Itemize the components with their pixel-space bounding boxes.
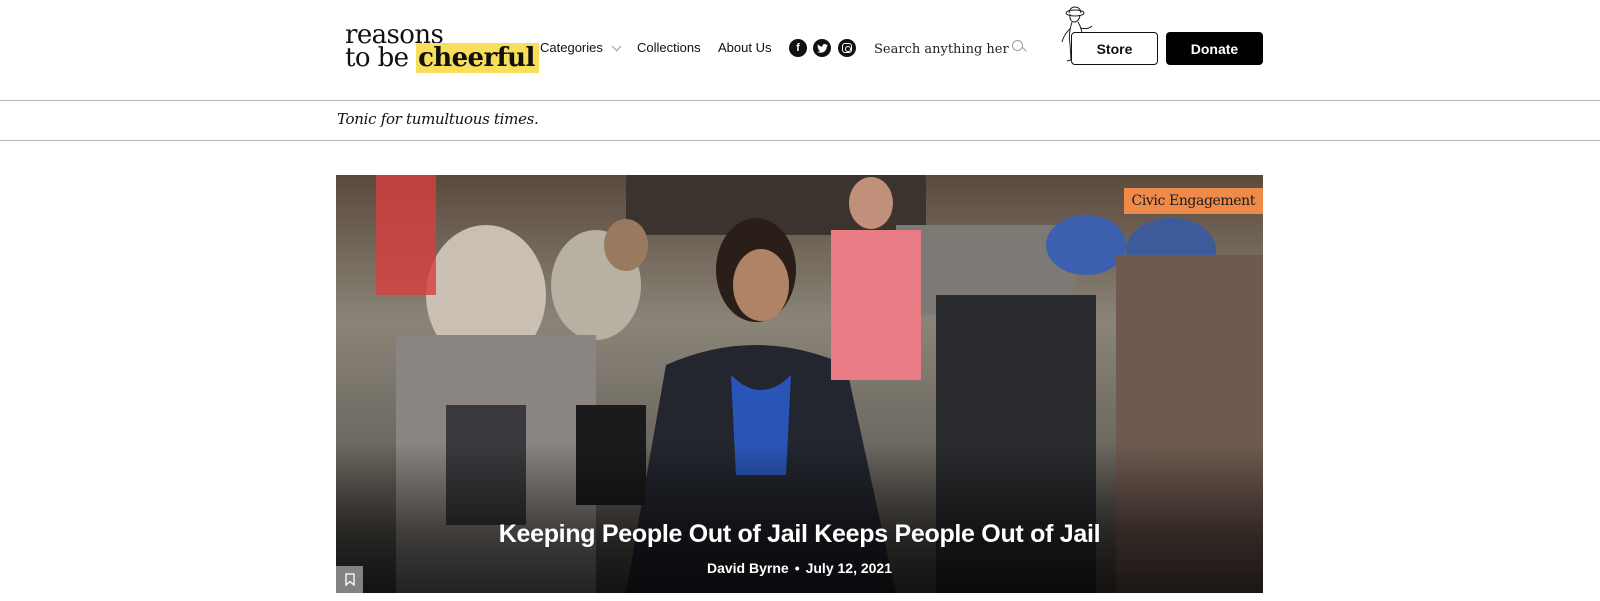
article-title[interactable]: Keeping People Out of Jail Keeps People … (336, 520, 1263, 549)
chevron-down-icon (611, 41, 622, 52)
instagram-glyph (842, 43, 852, 53)
twitter-icon[interactable] (813, 39, 831, 57)
article-meta: David Byrne • July 12, 2021 (336, 560, 1263, 576)
nav-collections[interactable]: Collections (637, 40, 701, 58)
bookmark-button[interactable] (336, 566, 363, 593)
search-input[interactable] (874, 37, 1009, 61)
nav-about-us[interactable]: About Us (718, 40, 771, 58)
header-divider (0, 100, 1600, 101)
tagline-divider (0, 140, 1600, 141)
bookmark-icon (344, 573, 355, 586)
nav-categories-label: Categories (540, 40, 603, 55)
site-logo[interactable]: reasons to be cheerful (345, 22, 539, 73)
store-button[interactable]: Store (1071, 32, 1158, 65)
logo-prefix: to be (345, 43, 417, 73)
category-badge[interactable]: Civic Engagement (1123, 188, 1263, 214)
facebook-icon[interactable]: f (789, 39, 807, 57)
meta-separator: • (794, 560, 800, 576)
donate-button[interactable]: Donate (1166, 32, 1263, 65)
article-author[interactable]: David Byrne (707, 560, 789, 576)
logo-highlight: cheerful (416, 43, 539, 73)
logo-line-2: to be cheerful (345, 43, 539, 73)
site-tagline: Tonic for tumultuous times. (337, 110, 539, 128)
featured-article-card[interactable]: Civic Engagement Keeping People Out of J… (336, 175, 1263, 593)
article-date: July 12, 2021 (805, 560, 892, 576)
site-header: reasons to be cheerful Categories Collec… (0, 0, 1600, 100)
instagram-icon[interactable] (838, 39, 856, 57)
twitter-bird-icon (816, 43, 828, 53)
search-icon[interactable] (1012, 40, 1026, 54)
facebook-glyph: f (796, 42, 800, 54)
nav-categories[interactable]: Categories (540, 40, 622, 58)
